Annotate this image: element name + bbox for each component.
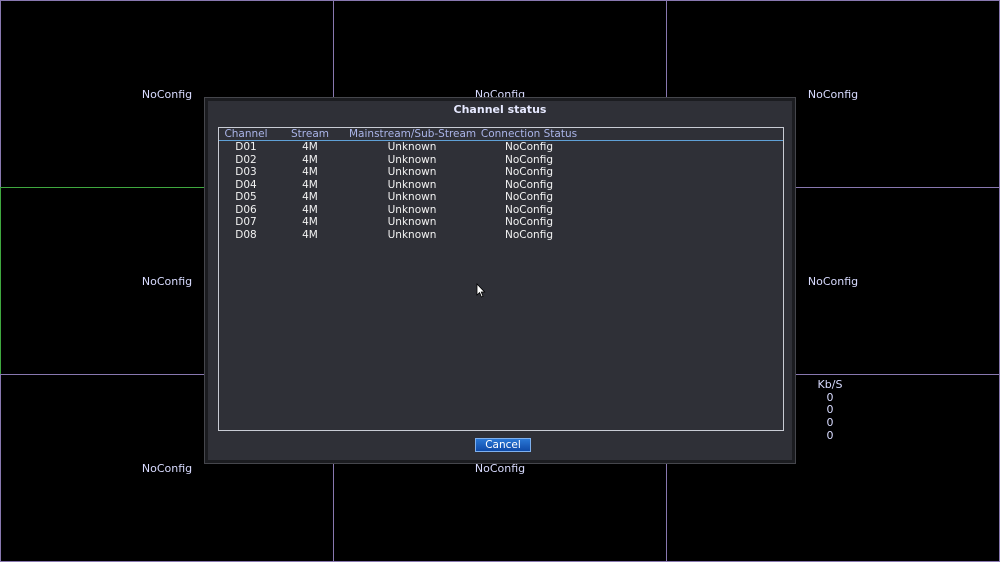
- cell-channel: D07: [235, 216, 257, 228]
- table-row[interactable]: D05 4M Unknown NoConfig: [219, 191, 783, 204]
- cell-stream-type: Unknown: [387, 166, 437, 178]
- cell-stream-type: Unknown: [387, 216, 437, 228]
- cell-stream: 4M: [302, 191, 318, 203]
- cell-stream: 4M: [302, 216, 318, 228]
- cell-connection-status: NoConfig: [505, 228, 553, 241]
- cell-connection-status: NoConfig: [505, 178, 553, 191]
- dialog-title: Channel status: [453, 103, 547, 116]
- table-header: Channel Stream Mainstream/Sub-Stream Con…: [219, 128, 783, 141]
- column-header-channel: Channel: [224, 128, 268, 140]
- table-row[interactable]: D01 4M Unknown NoConfig: [219, 141, 783, 154]
- cell-stream: 4M: [302, 141, 318, 153]
- table-row[interactable]: D08 4M Unknown NoConfig: [219, 229, 783, 242]
- table-row[interactable]: D06 4M Unknown NoConfig: [219, 204, 783, 217]
- bitrate-readout: Kb/S 0 0 0 0: [810, 378, 850, 443]
- cell-stream: 4M: [302, 166, 318, 178]
- column-header-stream-type: Mainstream/Sub-Stream: [349, 128, 477, 140]
- cell-connection-status: NoConfig: [505, 191, 553, 203]
- column-header-stream: Stream: [291, 128, 329, 140]
- cell-channel: D05: [235, 191, 257, 203]
- tile-status-label: NoConfig: [474, 462, 526, 475]
- cell-connection-status: NoConfig: [505, 216, 553, 228]
- cancel-button[interactable]: Cancel: [475, 438, 531, 452]
- cell-channel: D06: [235, 203, 257, 216]
- cell-channel: D02: [235, 153, 257, 166]
- cell-channel: D01: [235, 141, 257, 153]
- table-body: D01 4M Unknown NoConfig D02 4M Unknown N…: [219, 141, 783, 241]
- bitrate-value: 0: [826, 416, 834, 430]
- table-row[interactable]: D02 4M Unknown NoConfig: [219, 154, 783, 167]
- cell-stream-type: Unknown: [387, 178, 437, 191]
- channel-status-table: Channel Stream Mainstream/Sub-Stream Con…: [218, 127, 784, 431]
- cell-stream: 4M: [302, 153, 318, 166]
- table-row[interactable]: D07 4M Unknown NoConfig: [219, 216, 783, 229]
- mouse-pointer-icon: [476, 283, 486, 298]
- cell-connection-status: NoConfig: [505, 166, 553, 178]
- cell-channel: D04: [235, 178, 257, 191]
- cell-stream: 4M: [302, 203, 318, 216]
- column-header-connection-status: Connection Status: [480, 128, 578, 140]
- cell-connection-status: NoConfig: [505, 141, 553, 153]
- cell-stream-type: Unknown: [387, 141, 437, 153]
- cell-connection-status: NoConfig: [505, 153, 553, 166]
- cell-connection-status: NoConfig: [505, 203, 553, 216]
- cell-channel: D08: [235, 228, 257, 241]
- cell-stream-type: Unknown: [387, 203, 437, 216]
- bitrate-header: Kb/S: [817, 378, 843, 391]
- cell-stream-type: Unknown: [387, 153, 437, 166]
- cell-stream-type: Unknown: [387, 228, 437, 241]
- cell-stream: 4M: [302, 178, 318, 191]
- cell-stream: 4M: [302, 228, 318, 241]
- channel-status-dialog: Channel status Channel Stream Mainstream…: [205, 98, 795, 463]
- tile-status-label: NoConfig: [141, 462, 193, 475]
- cell-channel: D03: [235, 166, 257, 178]
- cell-stream-type: Unknown: [387, 191, 437, 203]
- bitrate-value: 0: [826, 428, 834, 442]
- table-row[interactable]: D04 4M Unknown NoConfig: [219, 179, 783, 192]
- table-row[interactable]: D03 4M Unknown NoConfig: [219, 166, 783, 179]
